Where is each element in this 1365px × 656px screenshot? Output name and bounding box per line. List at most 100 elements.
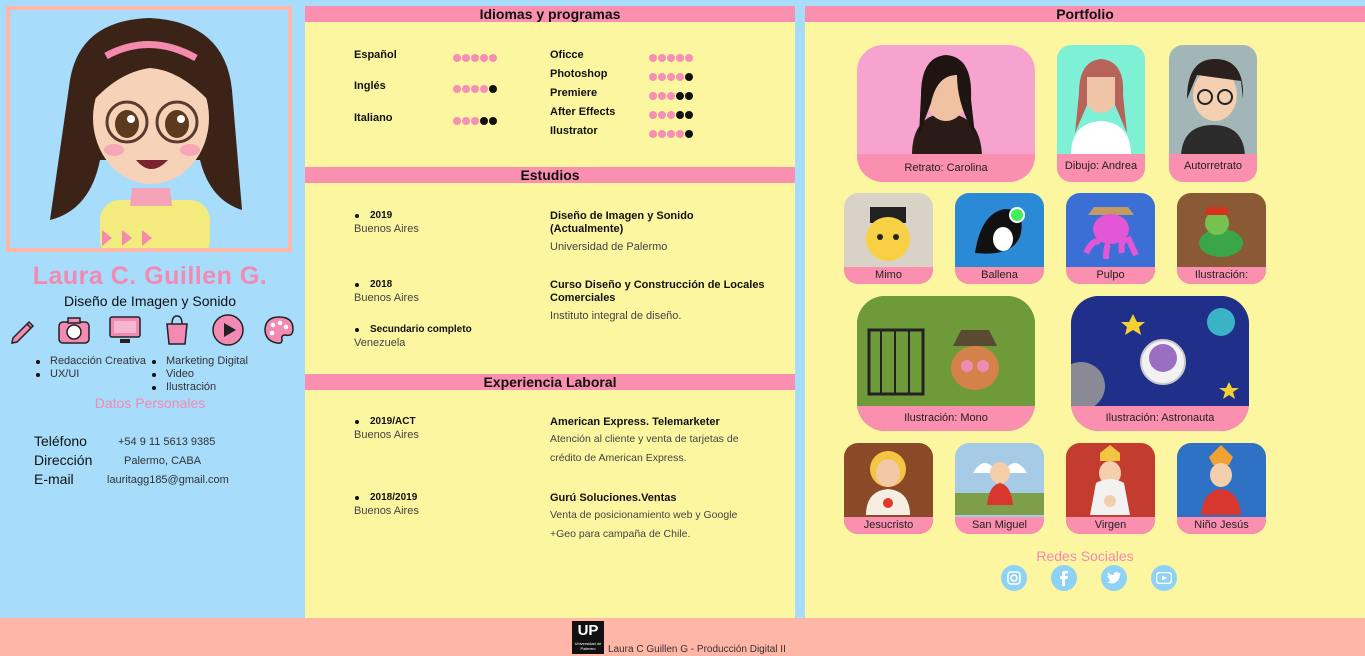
level-dot: [453, 54, 461, 62]
level-dot: [667, 73, 675, 81]
card-caption: Dibujo: Andrea: [1057, 154, 1145, 182]
list-item: Video: [150, 368, 248, 381]
card-caption: Ballena: [955, 267, 1044, 284]
studies-header: Estudios: [305, 167, 795, 183]
job-description: Atención al cliente y venta de tarjetas …: [550, 433, 739, 464]
skill-icon-row: [6, 313, 296, 347]
card-caption: Ilustración: Astronauta: [1071, 406, 1249, 431]
level-dot: [658, 130, 666, 138]
portfolio-card-autorretrato[interactable]: Autorretrato: [1169, 45, 1257, 182]
profile-role: Diseño de Imagen y Sonido: [64, 293, 236, 309]
university-logo[interactable]: UP Universidad de Palermo: [572, 621, 604, 654]
social-title: Redes Sociales: [1036, 548, 1134, 564]
level-dot: [685, 73, 693, 81]
level-dot: [685, 54, 693, 62]
profile-sidebar: Laura C. Guillen G. Diseño de Imagen y S…: [0, 0, 300, 618]
level-dot: [489, 117, 497, 125]
monitor-icon: [108, 313, 142, 347]
level-dot: [667, 92, 675, 100]
astronaut-illustration: [1071, 296, 1249, 406]
portfolio-card-san-miguel[interactable]: San Miguel: [955, 443, 1044, 534]
portfolio-card-ilustracion[interactable]: Ilustración:: [1177, 193, 1266, 284]
level-dot: [453, 85, 461, 93]
level-dot: [658, 92, 666, 100]
card-caption: Ilustración:: [1177, 267, 1266, 284]
study-year: 2018: [354, 279, 392, 290]
level-dot: [667, 130, 675, 138]
personal-data-title: Datos Personales: [94, 395, 206, 411]
study-institution: Universidad de Palermo: [550, 241, 668, 253]
footer-credit: Laura C Guillen G - Producción Digital I…: [608, 644, 786, 655]
portfolio-card-astronauta[interactable]: Ilustración: Astronauta: [1071, 296, 1249, 431]
card-caption: San Miguel: [955, 517, 1044, 534]
level-dot: [480, 54, 488, 62]
card-caption: Mimo: [844, 267, 933, 284]
level-dot: [667, 54, 675, 62]
level-dot: [676, 130, 684, 138]
angel-illustration: [955, 462, 1044, 515]
drawing-illustration: [1071, 59, 1131, 155]
lang-name: Italiano: [354, 112, 393, 124]
job-title: American Express. Telemarketer: [550, 416, 720, 428]
profile-name: Laura C. Guillen G.: [32, 262, 268, 290]
portfolio-card-ballena[interactable]: Ballena: [955, 193, 1044, 284]
instagram-icon[interactable]: [1001, 565, 1027, 591]
program-name: After Effects: [550, 106, 616, 118]
jesus-illustration: [866, 451, 910, 515]
portfolio-card-virgen[interactable]: Virgen: [1066, 443, 1155, 534]
portfolio-panel: Portfolio Retrato: Carolina Dibujo: Andr…: [805, 6, 1365, 618]
logo-subtext: Universidad de Palermo: [574, 641, 602, 651]
octopus-illustration: [1083, 207, 1139, 260]
level-dots: [649, 73, 693, 81]
card-caption: Retrato: Carolina: [857, 154, 1035, 182]
monkey-illustration: [857, 296, 1035, 406]
facebook-icon[interactable]: [1051, 565, 1077, 591]
address-value: Palermo, CABA: [124, 455, 202, 467]
portfolio-card-mono[interactable]: Ilustración: Mono: [857, 296, 1035, 431]
level-dots: [453, 85, 497, 93]
card-caption: Ilustración: Mono: [857, 406, 1035, 431]
study-year: 2019: [354, 210, 392, 221]
lang-name: Inglés: [354, 80, 386, 92]
portfolio-card-nino-jesus[interactable]: Niño Jesús: [1177, 443, 1266, 534]
skills-list-2: Marketing Digital Video Ilustración: [150, 355, 248, 394]
virgin-illustration: [1090, 445, 1130, 515]
list-item: Redacción Creativa: [34, 355, 146, 368]
level-dot: [685, 92, 693, 100]
level-dot: [667, 111, 675, 119]
level-dot: [462, 85, 470, 93]
level-dot: [480, 85, 488, 93]
level-dot: [462, 54, 470, 62]
level-dot: [453, 117, 461, 125]
study-year: Secundario completo: [354, 324, 472, 335]
whale-illustration: [975, 207, 1025, 254]
study-place: Buenos Aires: [354, 292, 419, 304]
portfolio-card-pulpo[interactable]: Pulpo: [1066, 193, 1155, 284]
child-jesus-illustration: [1201, 445, 1241, 515]
job-year: 2018/2019: [354, 492, 417, 503]
youtube-icon[interactable]: [1151, 565, 1177, 591]
card-caption: Pulpo: [1066, 267, 1155, 284]
lang-name: Español: [354, 49, 397, 61]
level-dot: [649, 111, 657, 119]
level-dot: [658, 111, 666, 119]
portfolio-card-mimo[interactable]: Mimo: [844, 193, 933, 284]
selfportrait-illustration: [1181, 59, 1245, 155]
level-dot: [649, 92, 657, 100]
portfolio-card-jesucristo[interactable]: Jesucristo: [844, 443, 933, 534]
card-caption: Niño Jesús: [1177, 517, 1266, 534]
address-label: Dirección: [34, 452, 93, 468]
email-label: E-mail: [34, 471, 74, 487]
languages-header: Idiomas y programas: [305, 6, 795, 22]
job-place: Buenos Aires: [354, 505, 419, 517]
study-institution: Instituto integral de diseño.: [550, 310, 682, 322]
portfolio-card-dibujo[interactable]: Dibujo: Andrea: [1057, 45, 1145, 182]
avatar-illustration: [50, 18, 242, 248]
email-value[interactable]: lauritagg185@gmail.com: [107, 474, 229, 486]
twitter-icon[interactable]: [1101, 565, 1127, 591]
level-dot: [489, 85, 497, 93]
program-name: Premiere: [550, 87, 598, 99]
resume-main-panel: Idiomas y programas Español Inglés Itali…: [305, 6, 795, 618]
portfolio-card-retrato[interactable]: Retrato: Carolina: [857, 45, 1035, 182]
level-dots: [649, 92, 693, 100]
